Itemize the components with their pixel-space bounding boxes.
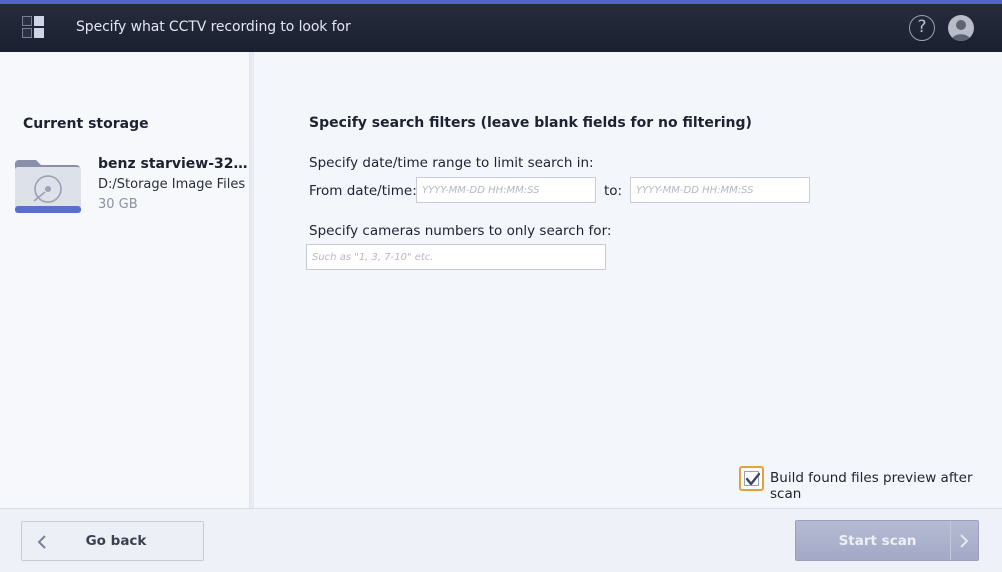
from-date-input[interactable]	[416, 177, 596, 203]
storage-size: 30 GB	[98, 197, 138, 212]
to-date-label: to:	[604, 183, 623, 199]
filters-heading: Specify search filters (leave blank fiel…	[309, 115, 752, 131]
preview-checkbox[interactable]	[739, 466, 764, 491]
title-bar: Specify what CCTV recording to look for …	[0, 0, 1002, 52]
storage-name: benz starview-32gb...	[98, 156, 250, 172]
app-menu-icon[interactable]	[22, 16, 46, 40]
preview-checkbox-label[interactable]: Build found files preview after scan	[770, 470, 1002, 502]
cameras-label: Specify cameras numbers to only search f…	[309, 223, 612, 239]
main-panel: Specify search filters (leave blank fiel…	[254, 52, 1002, 508]
start-scan-label: Start scan	[838, 533, 917, 549]
window-title: Specify what CCTV recording to look for	[76, 19, 351, 35]
to-date-input[interactable]	[630, 177, 810, 203]
date-range-label: Specify date/time range to limit search …	[309, 155, 594, 171]
help-icon[interactable]: ?	[909, 15, 935, 41]
go-back-button[interactable]: Go back	[21, 521, 204, 561]
storage-item[interactable]: benz starview-32gb... D:/Storage Image F…	[12, 156, 250, 218]
chevron-right-icon	[960, 534, 969, 548]
cameras-input[interactable]	[306, 244, 606, 270]
checkmark-icon	[745, 472, 761, 486]
drive-folder-icon	[12, 156, 84, 216]
sidebar-heading: Current storage	[23, 116, 149, 132]
from-date-label: From date/time:	[309, 183, 417, 199]
go-back-label: Go back	[85, 533, 147, 549]
sidebar: Current storage benz starview-32gb... D:…	[0, 52, 250, 508]
account-icon[interactable]	[948, 15, 974, 41]
start-scan-button[interactable]: Start scan	[795, 520, 979, 561]
footer: Go back Start scan	[0, 508, 1002, 572]
storage-path: D:/Storage Image Files	[98, 177, 246, 192]
